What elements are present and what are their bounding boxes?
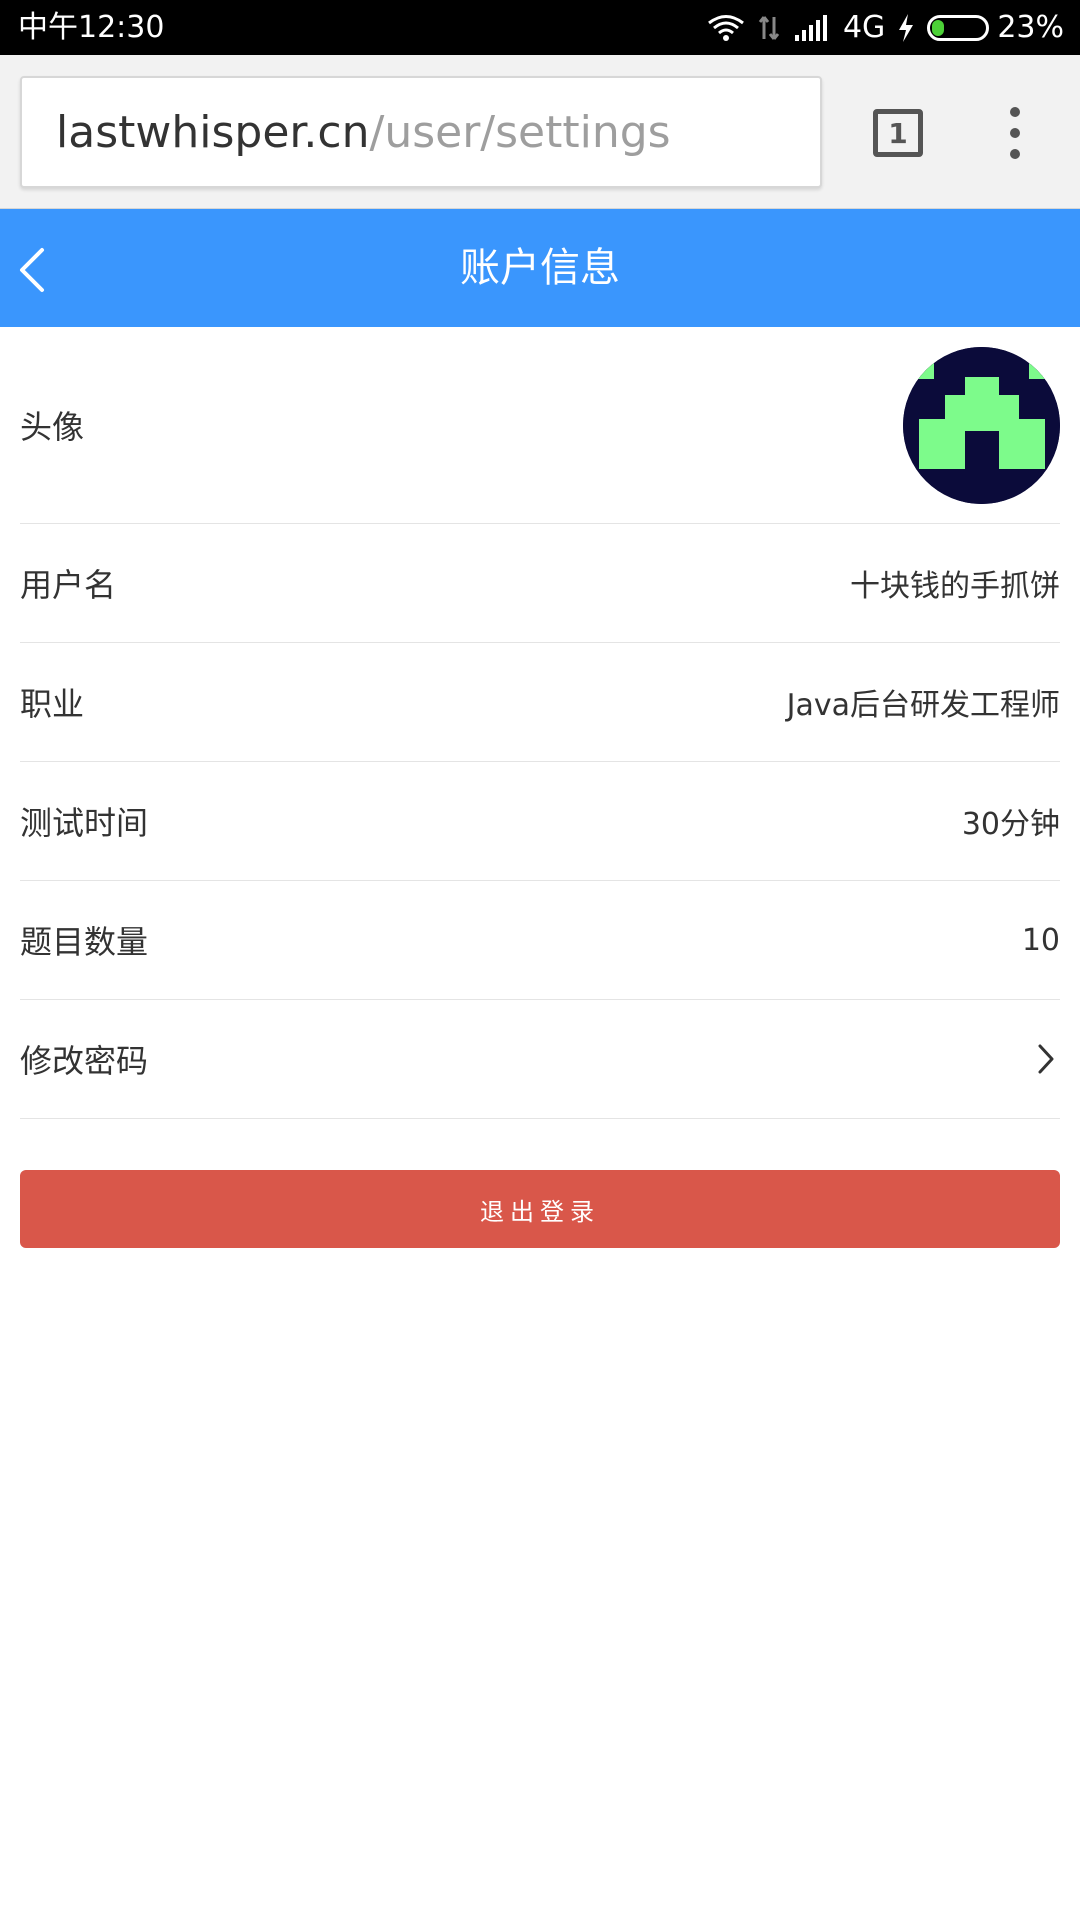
status-bar: 中午12:30 4G 23% xyxy=(0,0,1080,55)
job-row: 职业 Java后台研发工程师 xyxy=(20,643,1060,762)
status-time: 中午12:30 xyxy=(18,10,165,45)
battery-percent: 23% xyxy=(997,10,1064,45)
question-count-label: 题目数量 xyxy=(20,923,149,961)
job-label: 职业 xyxy=(20,685,85,723)
address-bar[interactable]: lastwhisper.cn/user/settings xyxy=(20,76,822,188)
page-title: 账户信息 xyxy=(460,245,620,291)
tab-count: 1 xyxy=(888,116,908,150)
test-time-row: 测试时间 30分钟 xyxy=(20,762,1060,881)
avatar-identicon xyxy=(903,347,1060,504)
test-time-value: 30分钟 xyxy=(961,807,1060,842)
change-password-row[interactable]: 修改密码 xyxy=(20,1000,1060,1119)
charging-icon xyxy=(899,14,914,42)
avatar[interactable] xyxy=(903,347,1060,504)
network-type: 4G xyxy=(842,10,886,45)
more-vert-icon[interactable] xyxy=(1000,105,1030,161)
question-count-value: 10 xyxy=(1021,922,1060,958)
url-path: /user/settings xyxy=(369,106,671,158)
app-header: 账户信息 xyxy=(0,209,1080,327)
job-value: Java后台研发工程师 xyxy=(786,688,1060,723)
username-row: 用户名 十块钱的手抓饼 xyxy=(20,524,1060,643)
avatar-row[interactable]: 头像 xyxy=(20,327,1060,524)
question-count-row: 题目数量 10 xyxy=(20,881,1060,1000)
chevron-right-icon xyxy=(1038,1044,1054,1074)
account-info-list: 头像 用户名 十块钱的手抓饼 职业 Java后台研发工程师 测试时间 30分钟 … xyxy=(20,327,1060,1119)
test-time-label: 测试时间 xyxy=(20,804,149,842)
signal-icon xyxy=(794,15,827,41)
change-password-label: 修改密码 xyxy=(20,1042,149,1080)
logout-button[interactable]: 退出登录 xyxy=(20,1170,1060,1248)
url-domain: lastwhisper.cn xyxy=(56,106,370,158)
battery-level xyxy=(932,20,945,36)
data-arrows-icon xyxy=(758,16,780,40)
tab-switcher-button[interactable]: 1 xyxy=(873,109,923,157)
browser-toolbar: lastwhisper.cn/user/settings 1 xyxy=(0,55,1080,209)
battery-icon xyxy=(927,15,990,41)
username-value: 十块钱的手抓饼 xyxy=(850,569,1060,604)
status-icons: 4G 23% xyxy=(695,8,1064,48)
chevron-left-icon[interactable] xyxy=(6,233,66,303)
avatar-label: 头像 xyxy=(20,408,85,446)
wifi-icon xyxy=(708,15,744,41)
username-label: 用户名 xyxy=(20,566,117,604)
